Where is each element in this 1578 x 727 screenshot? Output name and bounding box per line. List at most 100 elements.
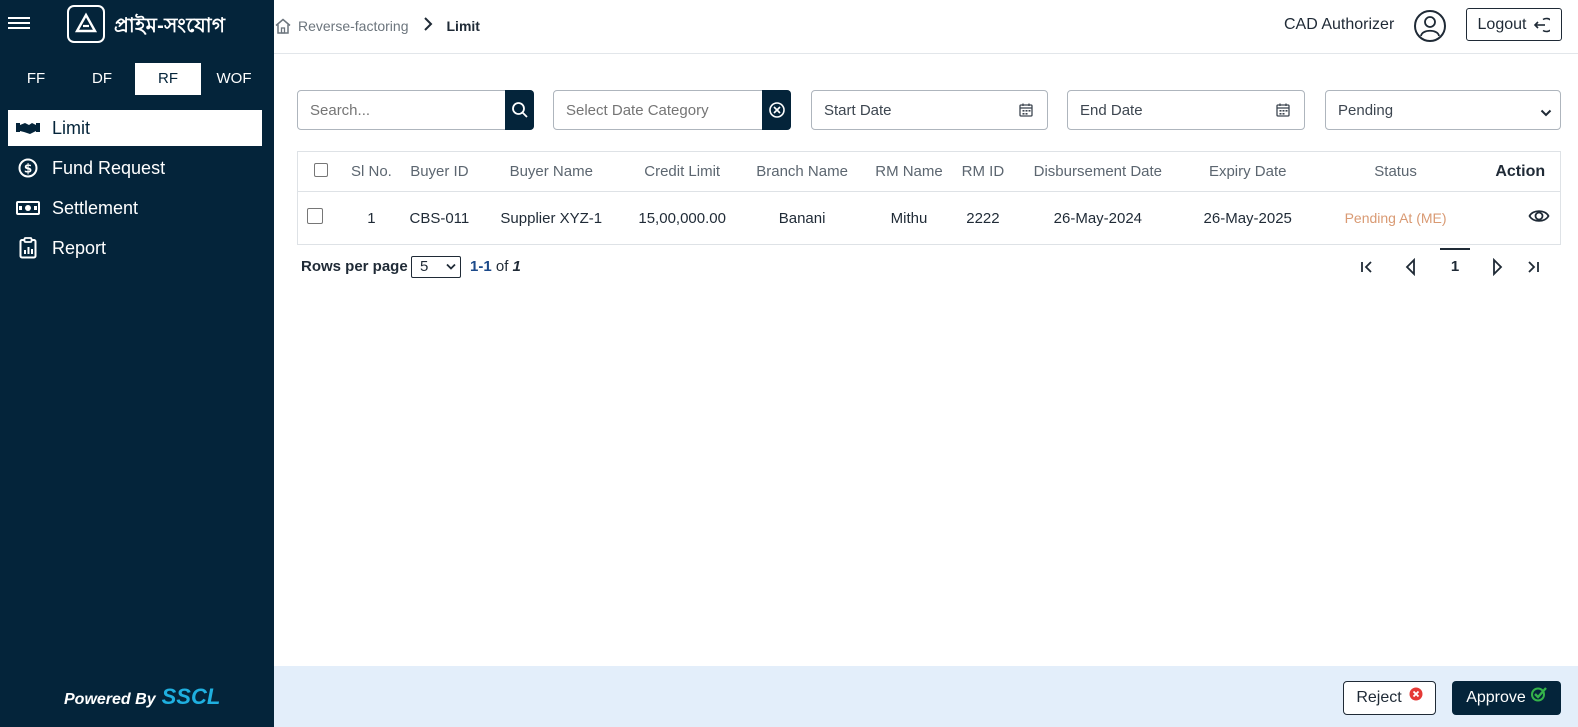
column-header: Buyer Name <box>479 151 624 192</box>
powered-by-label: Powered By <box>64 691 156 708</box>
table-row: 1 CBS-011 Supplier XYZ-1 15,00,000.00 Ba… <box>298 192 1561 245</box>
date-category-field <box>553 90 791 130</box>
reject-label: Reject <box>1356 689 1402 706</box>
limit-table: Sl No. Buyer ID Buyer Name Credit Limit … <box>297 151 1561 245</box>
pagination: Rows per page 5 1-1 of 1 1 <box>301 248 1551 280</box>
cell-sl: 1 <box>367 209 376 227</box>
sidebar-nav: Limit $ Fund Request Settlement Report <box>8 110 262 270</box>
select-all-checkbox[interactable] <box>313 162 328 177</box>
date-category-input[interactable] <box>554 101 790 119</box>
reject-icon <box>1409 687 1423 701</box>
cell-branch: Banani <box>778 209 826 227</box>
user-avatar-icon[interactable] <box>1414 10 1446 42</box>
product-tabs: FF DF RF WOF <box>0 63 274 95</box>
range-value: 1-1 <box>470 258 492 275</box>
row-checkbox[interactable] <box>307 208 323 224</box>
previous-page-icon[interactable] <box>1401 256 1421 278</box>
sidebar-item-settlement[interactable]: Settlement <box>8 190 262 226</box>
cell-expiry-date: 26-May-2025 <box>1203 209 1292 227</box>
range-total: 1 <box>512 258 521 275</box>
user-role: CAD Authorizer <box>1284 16 1395 33</box>
eye-icon[interactable] <box>1528 208 1550 224</box>
range-of: of <box>495 258 509 275</box>
column-header: RM Name <box>863 151 955 192</box>
top-bar: Reverse-factoring Limit CAD Authorizer L… <box>274 0 1578 54</box>
sidebar-item-fund-request[interactable]: $ Fund Request <box>8 150 262 186</box>
sidebar-item-label: Limit <box>52 117 91 138</box>
sidebar: প্রাইম-সংযোগ FF DF RF WOF Limit $ Fund R… <box>0 0 274 727</box>
sidebar-item-label: Fund Request <box>52 157 166 178</box>
calendar-icon[interactable] <box>1019 103 1033 122</box>
column-header: Status <box>1310 151 1481 192</box>
column-header: Buyer ID <box>399 151 480 192</box>
breadcrumb-current: Limit <box>446 17 480 34</box>
rows-per-page-select[interactable]: 5 <box>411 256 461 278</box>
breadcrumb-link[interactable]: Reverse-factoring <box>298 18 409 34</box>
cell-buyer-id: CBS-011 <box>409 209 470 227</box>
column-header: Sl No. <box>343 151 400 192</box>
column-header: Disbursement Date <box>1010 151 1185 192</box>
cell-rm-name: Mithu <box>890 209 928 227</box>
tab-rf[interactable]: RF <box>135 63 201 95</box>
svg-text:$: $ <box>24 162 32 176</box>
sidebar-item-report[interactable]: Report <box>8 230 262 266</box>
action-footer: Reject Approve <box>274 666 1578 727</box>
search-input[interactable] <box>298 101 533 119</box>
chevron-down-icon <box>1540 105 1552 123</box>
column-header: RM ID <box>954 151 1011 192</box>
powered-by: Powered By SSCL <box>64 684 220 710</box>
dollar-circle-icon: $ <box>16 156 40 180</box>
logout-icon <box>1532 16 1551 34</box>
sidebar-item-label: Settlement <box>52 197 139 218</box>
clear-icon[interactable] <box>762 90 791 130</box>
column-header: Expiry Date <box>1184 151 1311 192</box>
handshake-icon <box>16 116 40 140</box>
end-date-label: End Date <box>1080 101 1143 119</box>
chevron-right-icon <box>423 15 433 36</box>
check-icon <box>1530 686 1547 702</box>
action-cell <box>1480 192 1560 245</box>
table-header-row: Sl No. Buyer ID Buyer Name Credit Limit … <box>297 151 1561 192</box>
cell-buyer-name: Supplier XYZ-1 <box>500 209 603 227</box>
end-date-field[interactable]: End Date <box>1067 90 1305 130</box>
menu-icon[interactable] <box>8 14 30 34</box>
logo-icon <box>67 5 105 43</box>
start-date-label: Start Date <box>824 101 892 119</box>
rows-per-page-label: Rows per page <box>301 258 408 275</box>
cash-icon <box>16 196 40 220</box>
row-select-cell <box>298 192 344 245</box>
last-page-icon[interactable] <box>1523 256 1543 278</box>
status-badge: Pending At (ME) <box>1344 210 1447 226</box>
cell-rm-id: 2222 <box>966 209 1000 227</box>
reject-button[interactable]: Reject <box>1343 681 1436 715</box>
current-page[interactable]: 1 <box>1440 248 1470 280</box>
approve-button[interactable]: Approve <box>1452 681 1561 715</box>
approve-label: Approve <box>1466 689 1526 706</box>
calendar-icon[interactable] <box>1276 103 1290 122</box>
cell-disbursement-date: 26-May-2024 <box>1053 209 1143 227</box>
status-select-value: Pending <box>1338 101 1394 119</box>
column-header: Branch Name <box>741 151 864 192</box>
rows-per-page-value: 5 <box>420 258 429 275</box>
home-icon[interactable] <box>274 17 292 35</box>
chevron-down-icon <box>446 263 456 271</box>
next-page-icon[interactable] <box>1487 256 1507 278</box>
tab-ff[interactable]: FF <box>3 63 69 95</box>
start-date-field[interactable]: Start Date <box>811 90 1048 130</box>
first-page-icon[interactable] <box>1357 256 1377 278</box>
breadcrumb: Reverse-factoring Limit <box>274 15 480 36</box>
clipboard-icon <box>16 236 40 260</box>
column-header: Credit Limit <box>623 151 742 192</box>
search-field <box>297 90 534 130</box>
brand-name: প্রাইম-সংযোগ <box>114 15 226 37</box>
powered-by-brand: SSCL <box>161 684 221 709</box>
tab-wof[interactable]: WOF <box>201 63 267 95</box>
tab-df[interactable]: DF <box>69 63 135 95</box>
filter-bar: Start Date End Date Pending <box>297 90 1561 130</box>
sidebar-item-limit[interactable]: Limit <box>8 110 262 146</box>
status-select[interactable]: Pending <box>1325 90 1561 130</box>
logout-button[interactable]: Logout <box>1466 8 1562 41</box>
page-range: 1-1 of 1 <box>470 258 521 275</box>
search-icon[interactable] <box>505 90 534 130</box>
cell-credit-limit: 15,00,000.00 <box>638 209 726 227</box>
